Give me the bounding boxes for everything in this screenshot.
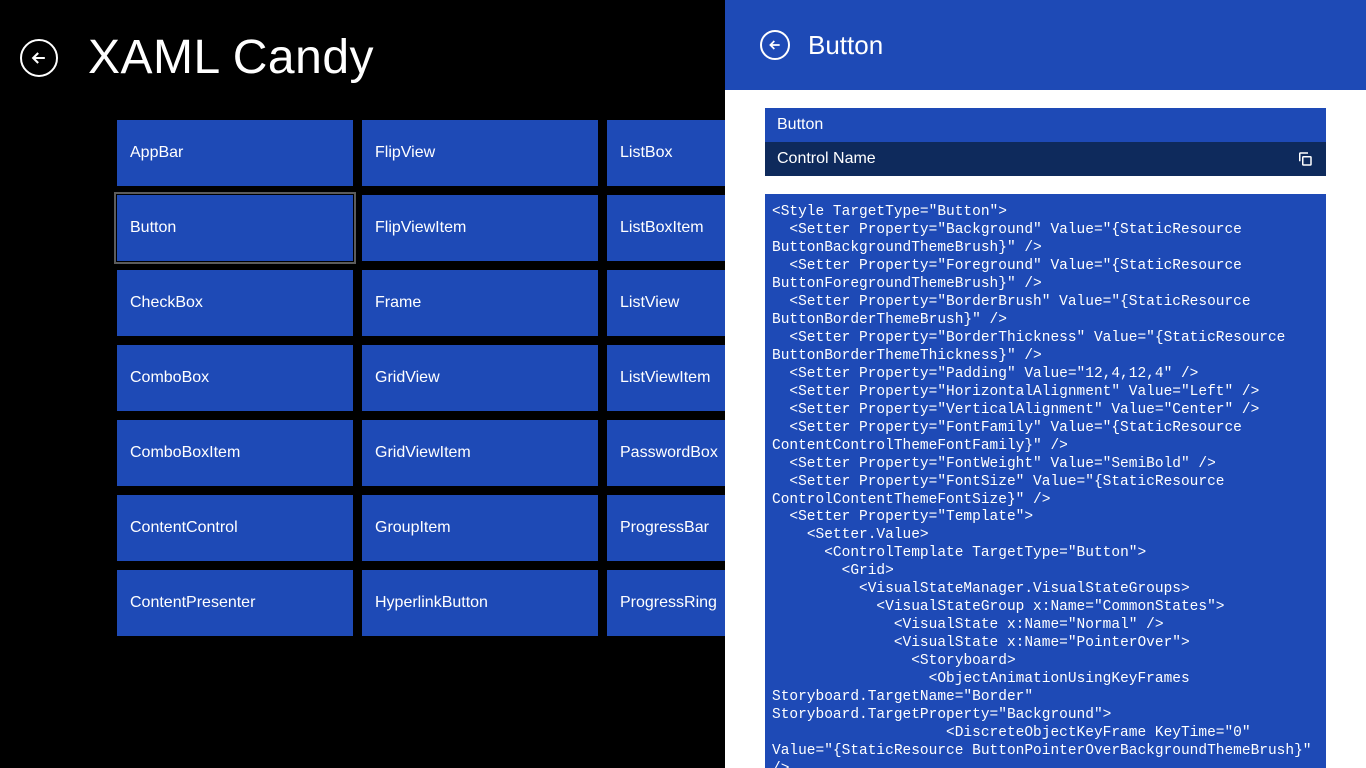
detail-back-button[interactable] [760,30,790,60]
left-panel: XAML Candy AppBarFlipViewListBox ButtonFl… [0,0,725,768]
tile-hyperlinkbutton[interactable]: HyperlinkButton [362,570,598,636]
tile-grid: AppBarFlipViewListBoxButtonFlipViewItemL… [0,120,725,636]
tile-gridview[interactable]: GridView [362,345,598,411]
code-block[interactable]: <Style TargetType="Button"> <Setter Prop… [765,194,1326,768]
tile-groupitem[interactable]: GroupItem [362,495,598,561]
tile-passwordbox[interactable]: PasswordBox [607,420,725,486]
arrow-left-icon [29,48,49,68]
tile-listbox[interactable]: ListBox [607,120,725,186]
back-button[interactable] [20,39,58,77]
tile-appbar[interactable]: AppBar [117,120,353,186]
section-label: Button [765,108,1326,142]
tile-gridviewitem[interactable]: GridViewItem [362,420,598,486]
tile-flipview[interactable]: FlipView [362,120,598,186]
detail-body: Button Control Name <Style TargetType="B… [725,90,1366,768]
tile-comboboxitem[interactable]: ComboBoxItem [117,420,353,486]
tile-progressbar[interactable]: ProgressBar [607,495,725,561]
tile-contentpresenter[interactable]: ContentPresenter [117,570,353,636]
copy-icon [1296,150,1314,168]
tile-contentcontrol[interactable]: ContentControl [117,495,353,561]
tile-checkbox[interactable]: CheckBox [117,270,353,336]
control-name-label: Control Name [777,150,876,168]
detail-panel: Button Button Control Name <Style Target… [725,0,1366,768]
app-title: XAML Candy [88,30,374,85]
tile-button[interactable]: Button [117,195,353,261]
arrow-left-icon [767,37,783,53]
tile-frame[interactable]: Frame [362,270,598,336]
control-name-bar: Control Name [765,142,1326,176]
tile-progressring[interactable]: ProgressRing [607,570,725,636]
tile-listviewitem[interactable]: ListViewItem [607,345,725,411]
tile-flipviewitem[interactable]: FlipViewItem [362,195,598,261]
header-row: XAML Candy [0,30,725,85]
tile-listboxitem[interactable]: ListBoxItem [607,195,725,261]
detail-title: Button [808,30,883,61]
detail-header: Button [725,0,1366,90]
tile-listview[interactable]: ListView [607,270,725,336]
tile-combobox[interactable]: ComboBox [117,345,353,411]
copy-button[interactable] [1296,150,1314,168]
